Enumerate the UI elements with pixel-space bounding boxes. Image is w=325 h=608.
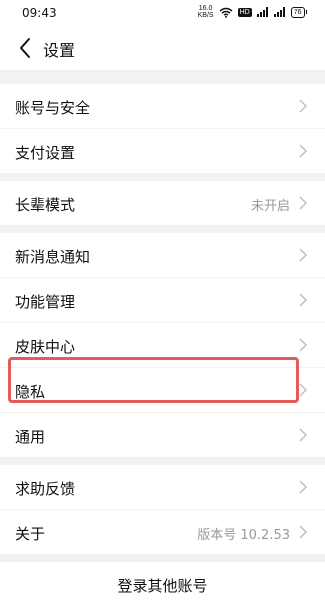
chevron-left-icon[interactable] bbox=[16, 36, 36, 60]
settings-item-payment[interactable]: 支付设置 bbox=[0, 129, 325, 173]
settings-item-features[interactable]: 功能管理 bbox=[0, 278, 325, 322]
chevron-right-icon bbox=[299, 480, 307, 494]
nav-bar: 设置 bbox=[0, 26, 325, 70]
hd-icon: HD bbox=[237, 7, 252, 17]
section-gap bbox=[0, 70, 325, 84]
settings-item-notifications[interactable]: 新消息通知 bbox=[0, 233, 325, 277]
signal-icon bbox=[273, 7, 285, 17]
status-time: 09:43 bbox=[22, 6, 57, 20]
row-label: 账号与安全 bbox=[15, 99, 91, 117]
row-label: 关于 bbox=[15, 525, 46, 543]
battery-icon: 76 bbox=[290, 6, 307, 18]
row-label: 皮肤中心 bbox=[15, 338, 76, 356]
settings-group-help: 求助反馈 关于 版本号 10.2.53 bbox=[0, 465, 325, 554]
settings-item-account-security[interactable]: 账号与安全 bbox=[0, 84, 325, 128]
settings-item-feedback[interactable]: 求助反馈 bbox=[0, 465, 325, 509]
row-value: 未开启 bbox=[250, 199, 290, 214]
row-label: 求助反馈 bbox=[15, 480, 76, 498]
chevron-right-icon bbox=[299, 383, 307, 397]
signal-icon bbox=[256, 7, 268, 17]
settings-group-general: 新消息通知 功能管理 皮肤中心 隐私 通用 bbox=[0, 233, 325, 457]
settings-group-account: 账号与安全 支付设置 bbox=[0, 84, 325, 173]
row-label: 支付设置 bbox=[15, 144, 76, 162]
status-icons: 16.0 KB/S HD 76 bbox=[198, 5, 307, 19]
login-other-label: 登录其他账号 bbox=[117, 577, 208, 595]
section-gap bbox=[0, 554, 325, 562]
chevron-right-icon bbox=[299, 525, 307, 539]
page-title: 设置 bbox=[43, 41, 76, 60]
chevron-right-icon bbox=[299, 99, 307, 113]
chevron-right-icon bbox=[299, 428, 307, 442]
chevron-right-icon bbox=[299, 144, 307, 158]
section-gap bbox=[0, 225, 325, 233]
battery-level: 76 bbox=[290, 6, 305, 18]
row-label: 长辈模式 bbox=[15, 196, 76, 214]
section-gap bbox=[0, 457, 325, 465]
row-value: 版本号 10.2.53 bbox=[197, 528, 290, 543]
login-other-account-button[interactable]: 登录其他账号 bbox=[0, 562, 325, 608]
settings-group-elder: 长辈模式 未开启 bbox=[0, 181, 325, 225]
chevron-right-icon bbox=[299, 338, 307, 352]
row-label: 通用 bbox=[15, 428, 46, 446]
highlight-box bbox=[8, 357, 299, 403]
wifi-icon bbox=[219, 7, 233, 18]
settings-item-general[interactable]: 通用 bbox=[0, 413, 325, 457]
section-gap bbox=[0, 173, 325, 181]
net-speed-value: 16.0 bbox=[198, 5, 213, 12]
net-speed-unit: KB/S bbox=[197, 12, 214, 19]
status-bar: 09:43 16.0 KB/S HD 76 bbox=[0, 0, 325, 26]
row-label: 功能管理 bbox=[15, 293, 76, 311]
row-label: 新消息通知 bbox=[15, 248, 91, 266]
settings-item-elder-mode[interactable]: 长辈模式 未开启 bbox=[0, 181, 325, 225]
chevron-right-icon bbox=[299, 293, 307, 307]
net-speed: 16.0 KB/S bbox=[198, 5, 214, 19]
chevron-right-icon bbox=[299, 196, 307, 210]
chevron-right-icon bbox=[299, 248, 307, 262]
settings-item-about[interactable]: 关于 版本号 10.2.53 bbox=[0, 510, 325, 554]
